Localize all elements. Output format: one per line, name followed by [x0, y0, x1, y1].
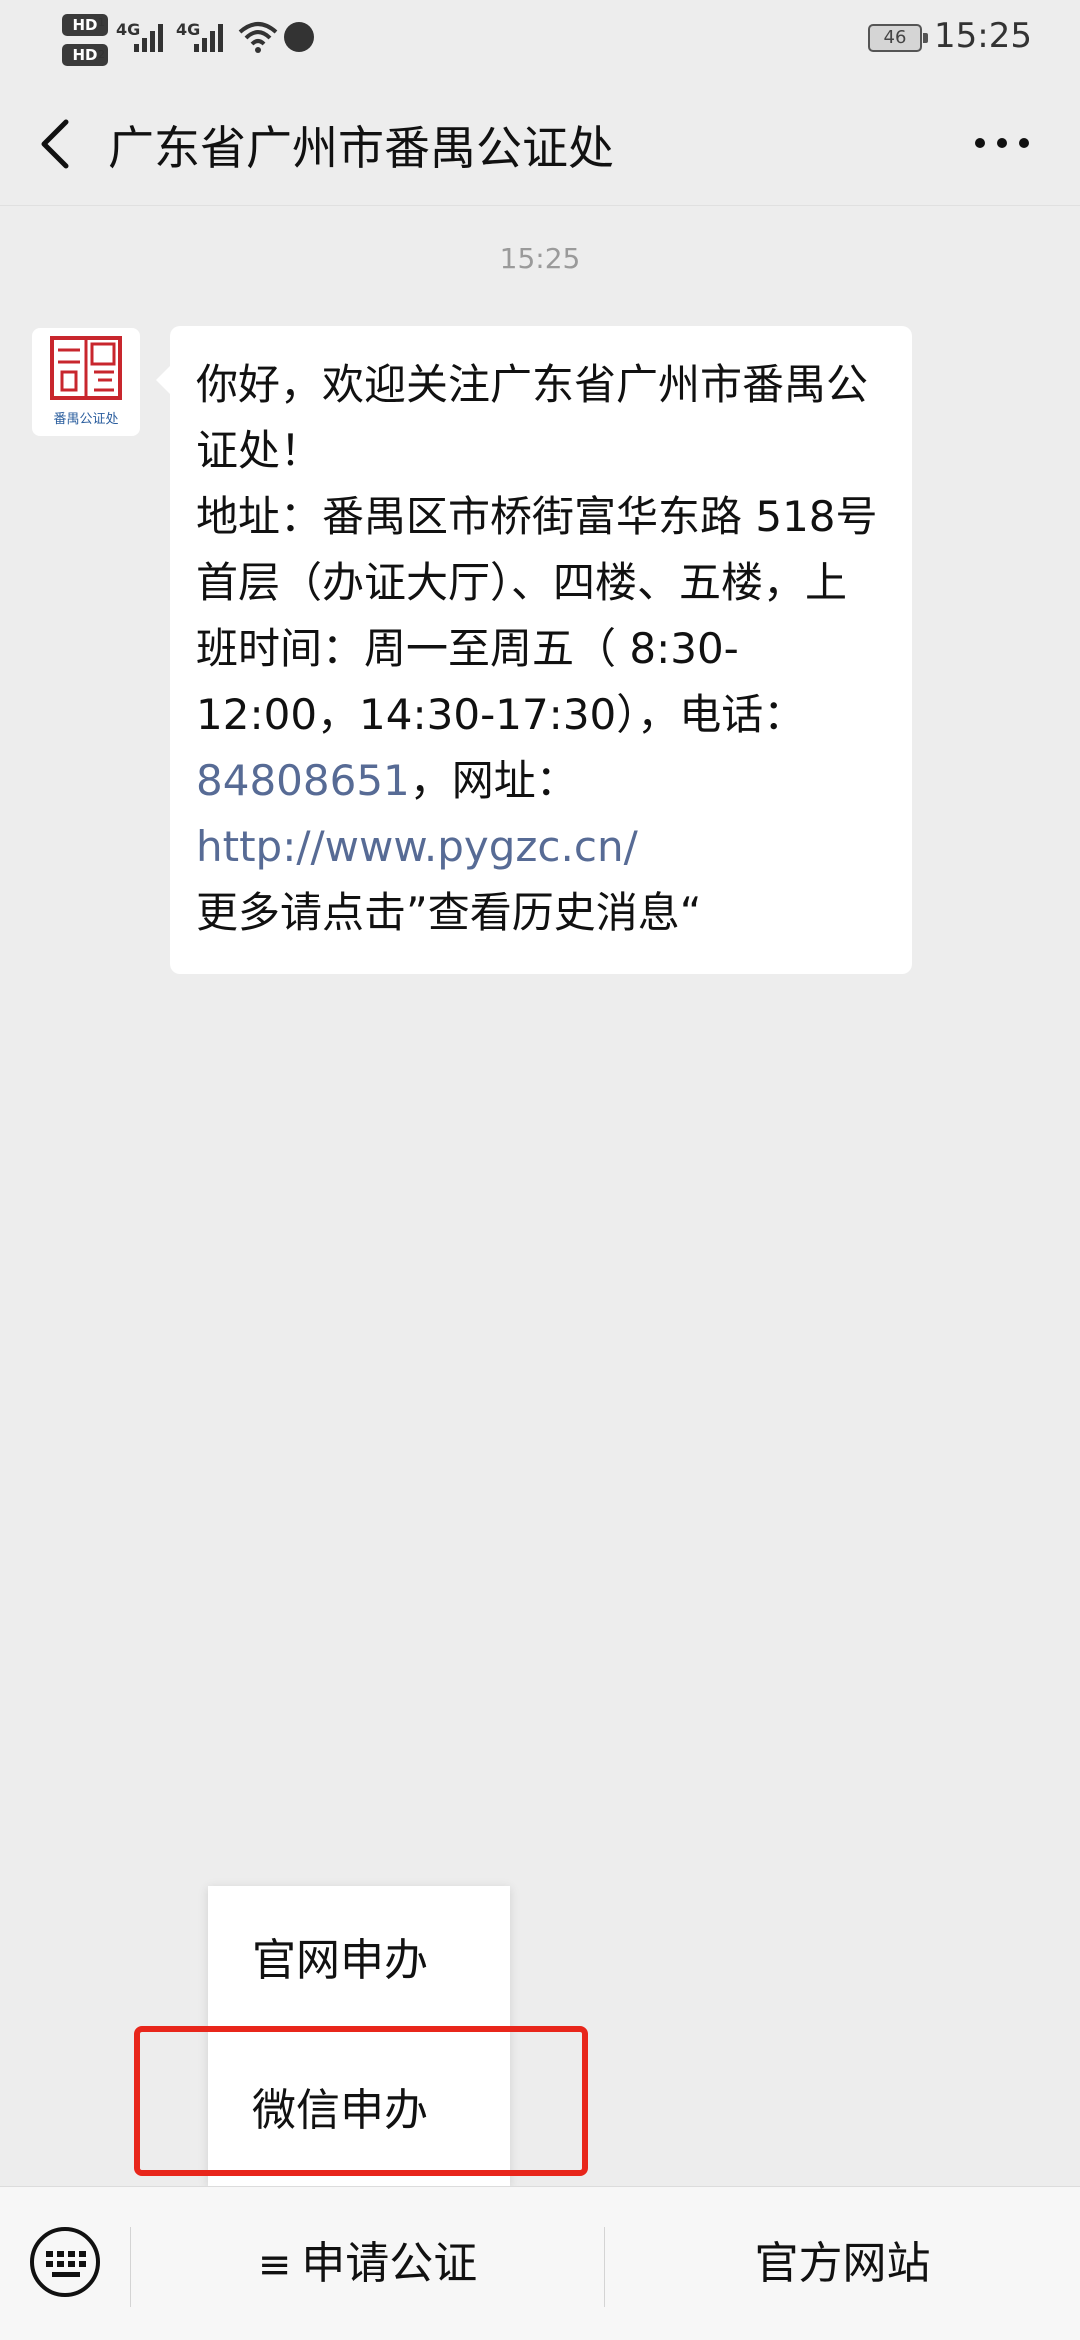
- message-more: 更多请点击”查看历史消息“: [196, 888, 702, 937]
- battery-icon: 46: [868, 24, 928, 52]
- chat-timestamp: 15:25: [499, 242, 581, 275]
- chevron-left-icon[interactable]: [30, 114, 80, 174]
- avatar-caption: 番禺公证处: [53, 412, 119, 427]
- phone-link[interactable]: 84808651: [196, 756, 410, 805]
- menu-official-website[interactable]: 官方网站: [605, 2187, 1080, 2340]
- message-address: 地址：番禺区市桥街富华东路 518号首层（办证大厅）、四楼、五楼，上班时间：周一…: [196, 492, 878, 739]
- wifi-icon: [238, 22, 278, 53]
- message-body: 地址：番禺区市桥街富华东路 518号首层（办证大厅）、四楼、五楼，上班时间：周一…: [196, 484, 888, 880]
- globe-icon: [284, 22, 314, 52]
- avatar[interactable]: 番禺公证处: [32, 328, 140, 436]
- sim-index-2: 2: [98, 48, 105, 61]
- menu-apply-notarization[interactable]: ≡ 申请公证: [131, 2187, 604, 2340]
- message-bubble: 你好，欢迎关注广东省广州市番禺公证处！ 地址：番禺区市桥街富华东路 518号首层…: [156, 326, 912, 974]
- page-title: 广东省广州市番禺公证处: [108, 121, 614, 175]
- submenu-item-official-site[interactable]: 官网申办: [208, 1886, 510, 2036]
- bottom-menu-bar: ≡ 申请公证 官方网站: [0, 2186, 1080, 2340]
- more-dots-icon[interactable]: [972, 128, 1032, 158]
- title-bar: 广东省广州市番禺公证处: [0, 76, 1080, 206]
- signal-icon: [134, 22, 168, 52]
- sim-index-1: 1: [98, 16, 105, 29]
- keyboard-icon[interactable]: [28, 2225, 102, 2299]
- site-label: ，网址：: [409, 756, 578, 805]
- highlight-box: [134, 2026, 588, 2176]
- website-link[interactable]: http://www.pygzc.cn/: [196, 822, 638, 871]
- menu-apply-label: 申请公证: [301, 2238, 478, 2289]
- status-clock: 15:25: [934, 16, 1032, 56]
- signal-icon: [194, 22, 228, 52]
- message-greeting: 你好，欢迎关注广东省广州市番禺公证处！: [196, 360, 869, 475]
- status-bar: HD 1 HD 2 4G 4G 46 15:25: [0, 0, 1080, 76]
- menu-list-icon: ≡: [257, 2242, 292, 2288]
